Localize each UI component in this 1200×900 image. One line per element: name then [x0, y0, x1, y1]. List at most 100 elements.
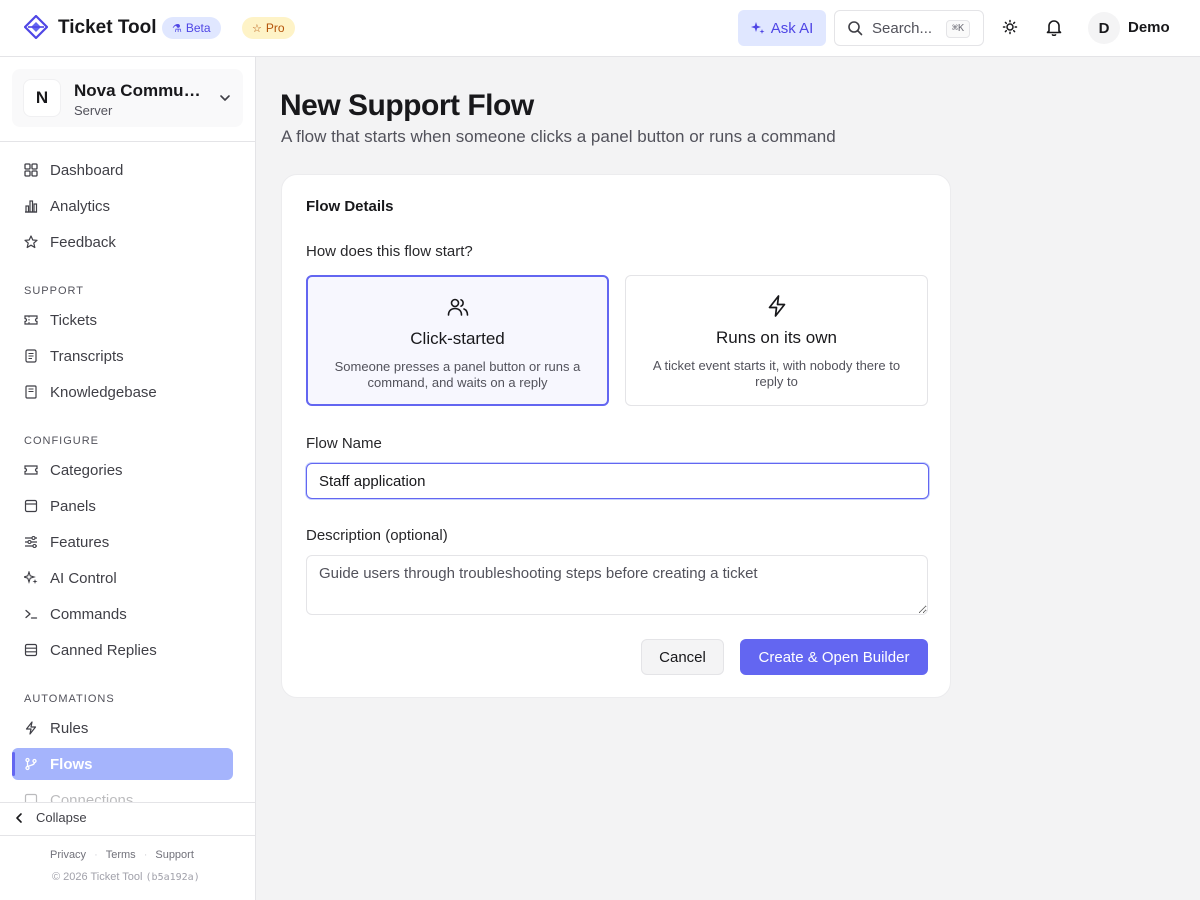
option-click-started[interactable]: Click-started Someone presses a panel bu…	[306, 275, 609, 406]
option-title: Click-started	[410, 329, 505, 348]
ticket-icon	[24, 315, 38, 325]
list-icon	[24, 643, 38, 657]
description-textarea[interactable]	[306, 555, 928, 615]
sidebar-item-label: Feedback	[50, 233, 116, 251]
sidebar-item-analytics[interactable]: Analytics	[12, 190, 233, 222]
ticket-tool-logo-icon[interactable]	[24, 15, 48, 39]
footer-separator: ·	[143, 849, 148, 861]
ask-ai-button[interactable]: Ask AI	[738, 10, 826, 46]
book-icon	[25, 385, 37, 399]
sidebar-item-label: Features	[50, 533, 110, 551]
ticket-icon	[24, 465, 38, 475]
sidebar-item-label: Transcripts	[50, 347, 124, 365]
scroll-icon	[25, 349, 37, 363]
sidebar-item-tickets[interactable]: Tickets	[12, 304, 233, 336]
start-question-label: How does this flow start?	[306, 243, 473, 260]
terms-link[interactable]: Terms	[106, 849, 136, 861]
users-icon	[447, 298, 468, 316]
cancel-button[interactable]: Cancel	[641, 639, 724, 675]
theme-toggle-button[interactable]	[998, 15, 1022, 39]
option-description: Someone presses a panel button or runs a…	[334, 359, 581, 390]
page-title: New Support Flow	[280, 89, 534, 122]
dashboard-icon	[24, 163, 38, 177]
collapse-button[interactable]: Collapse	[12, 810, 87, 825]
build-hash: (b5a192a)	[145, 872, 200, 883]
copyright-text: © 2026 Ticket Tool	[52, 871, 143, 883]
sidebar-item-categories[interactable]: Categories	[12, 454, 233, 486]
sidebar-item-feedback[interactable]: Feedback	[12, 226, 233, 258]
sidebar-item-rules[interactable]: Rules	[12, 712, 233, 744]
sidebar-item-panels[interactable]: Panels	[12, 490, 233, 522]
create-open-builder-button[interactable]: Create & Open Builder	[740, 639, 928, 675]
sparkles-icon	[24, 571, 38, 584]
star-icon	[24, 235, 38, 249]
sidebar-item-flows[interactable]: Flows	[12, 748, 233, 780]
user-avatar[interactable]: D	[1088, 12, 1120, 44]
search-shortcut: ⌘K	[945, 20, 970, 38]
chevron-down-icon	[220, 95, 230, 101]
footer-links: Privacy · Terms · Support	[50, 849, 194, 861]
sidebar-item-label: Tickets	[50, 311, 97, 329]
option-description: A ticket event starts it, with nobody th…	[652, 358, 901, 389]
section-label-automations: AUTOMATIONS	[24, 693, 115, 705]
git-branch-icon	[25, 757, 37, 771]
footer-separator: ·	[94, 849, 98, 861]
sidebar-item-label: Canned Replies	[50, 641, 157, 659]
sidebar-item-label: Panels	[50, 497, 96, 515]
server-type: Server	[74, 103, 113, 118]
privacy-link[interactable]: Privacy	[50, 849, 86, 861]
option-title: Runs on its own	[716, 328, 837, 347]
bell-icon	[1046, 20, 1062, 36]
sidebar-item-transcripts[interactable]: Transcripts	[12, 340, 233, 372]
flow-details-card: Flow Details How does this flow start? C…	[281, 174, 951, 698]
sidebar-item-label: Dashboard	[50, 161, 124, 179]
sidebar-item-label: Categories	[50, 461, 123, 479]
sidebar-item-label: Commands	[50, 605, 127, 623]
server-name: Nova Community	[74, 81, 209, 100]
server-avatar: N	[23, 79, 61, 117]
sidebar-item-label: Rules	[50, 719, 89, 737]
pro-badge-label: Pro	[265, 21, 285, 35]
lightning-icon	[25, 721, 37, 735]
sidebar-footer-divider	[0, 835, 255, 836]
panel-icon	[24, 499, 38, 513]
collapse-label: Collapse	[36, 810, 87, 825]
server-switcher[interactable]: N Nova Community Server	[12, 69, 243, 127]
flow-name-label: Flow Name	[306, 435, 382, 452]
section-label-support: SUPPORT	[24, 285, 84, 297]
sidebar: N Nova Community Server Dashboard Analyt…	[0, 57, 256, 900]
user-name[interactable]: Demo	[1128, 19, 1170, 36]
page-subtitle: A flow that starts when someone clicks a…	[281, 127, 836, 146]
card-title: Flow Details	[306, 198, 394, 215]
pro-badge: ☆ Pro	[242, 17, 295, 39]
top-bar: Ticket Tool ⚗ Beta ☆ Pro Ask AI Search... …	[0, 0, 1200, 57]
sidebar-item-label: Knowledgebase	[50, 383, 157, 401]
copyright: © 2026 Ticket Tool (b5a192a)	[52, 871, 200, 883]
brand-name[interactable]: Ticket Tool	[58, 17, 157, 39]
sliders-icon	[25, 535, 37, 549]
sidebar-item-knowledgebase[interactable]: Knowledgebase	[12, 376, 233, 408]
search-placeholder: Search...	[872, 19, 933, 37]
sidebar-item-canned-replies[interactable]: Canned Replies	[12, 634, 233, 666]
sidebar-item-label: AI Control	[50, 569, 117, 587]
sidebar-item-features[interactable]: Features	[12, 526, 233, 558]
sparkles-icon	[750, 22, 765, 34]
lightning-icon	[768, 295, 785, 317]
sidebar-item-label: Analytics	[50, 197, 111, 215]
sidebar-item-label: Flows	[50, 755, 93, 773]
flask-icon: ⚗	[172, 23, 182, 35]
notifications-button[interactable]	[1042, 15, 1066, 39]
support-link[interactable]: Support	[155, 849, 194, 861]
sidebar-item-commands[interactable]: Commands	[12, 598, 233, 630]
sidebar-item-ai-control[interactable]: AI Control	[12, 562, 233, 594]
ask-ai-label: Ask AI	[770, 19, 814, 37]
flow-name-input[interactable]	[306, 463, 929, 499]
search-box[interactable]: Search... ⌘K	[834, 10, 984, 46]
sidebar-item-dashboard[interactable]: Dashboard	[12, 154, 233, 186]
description-label: Description (optional)	[306, 527, 448, 544]
beta-badge-label: Beta	[185, 21, 211, 35]
star-icon: ☆	[252, 23, 262, 35]
section-label-configure: CONFIGURE	[24, 435, 99, 447]
terminal-icon	[25, 609, 38, 619]
option-runs-on-its-own[interactable]: Runs on its own A ticket event starts it…	[625, 275, 928, 406]
